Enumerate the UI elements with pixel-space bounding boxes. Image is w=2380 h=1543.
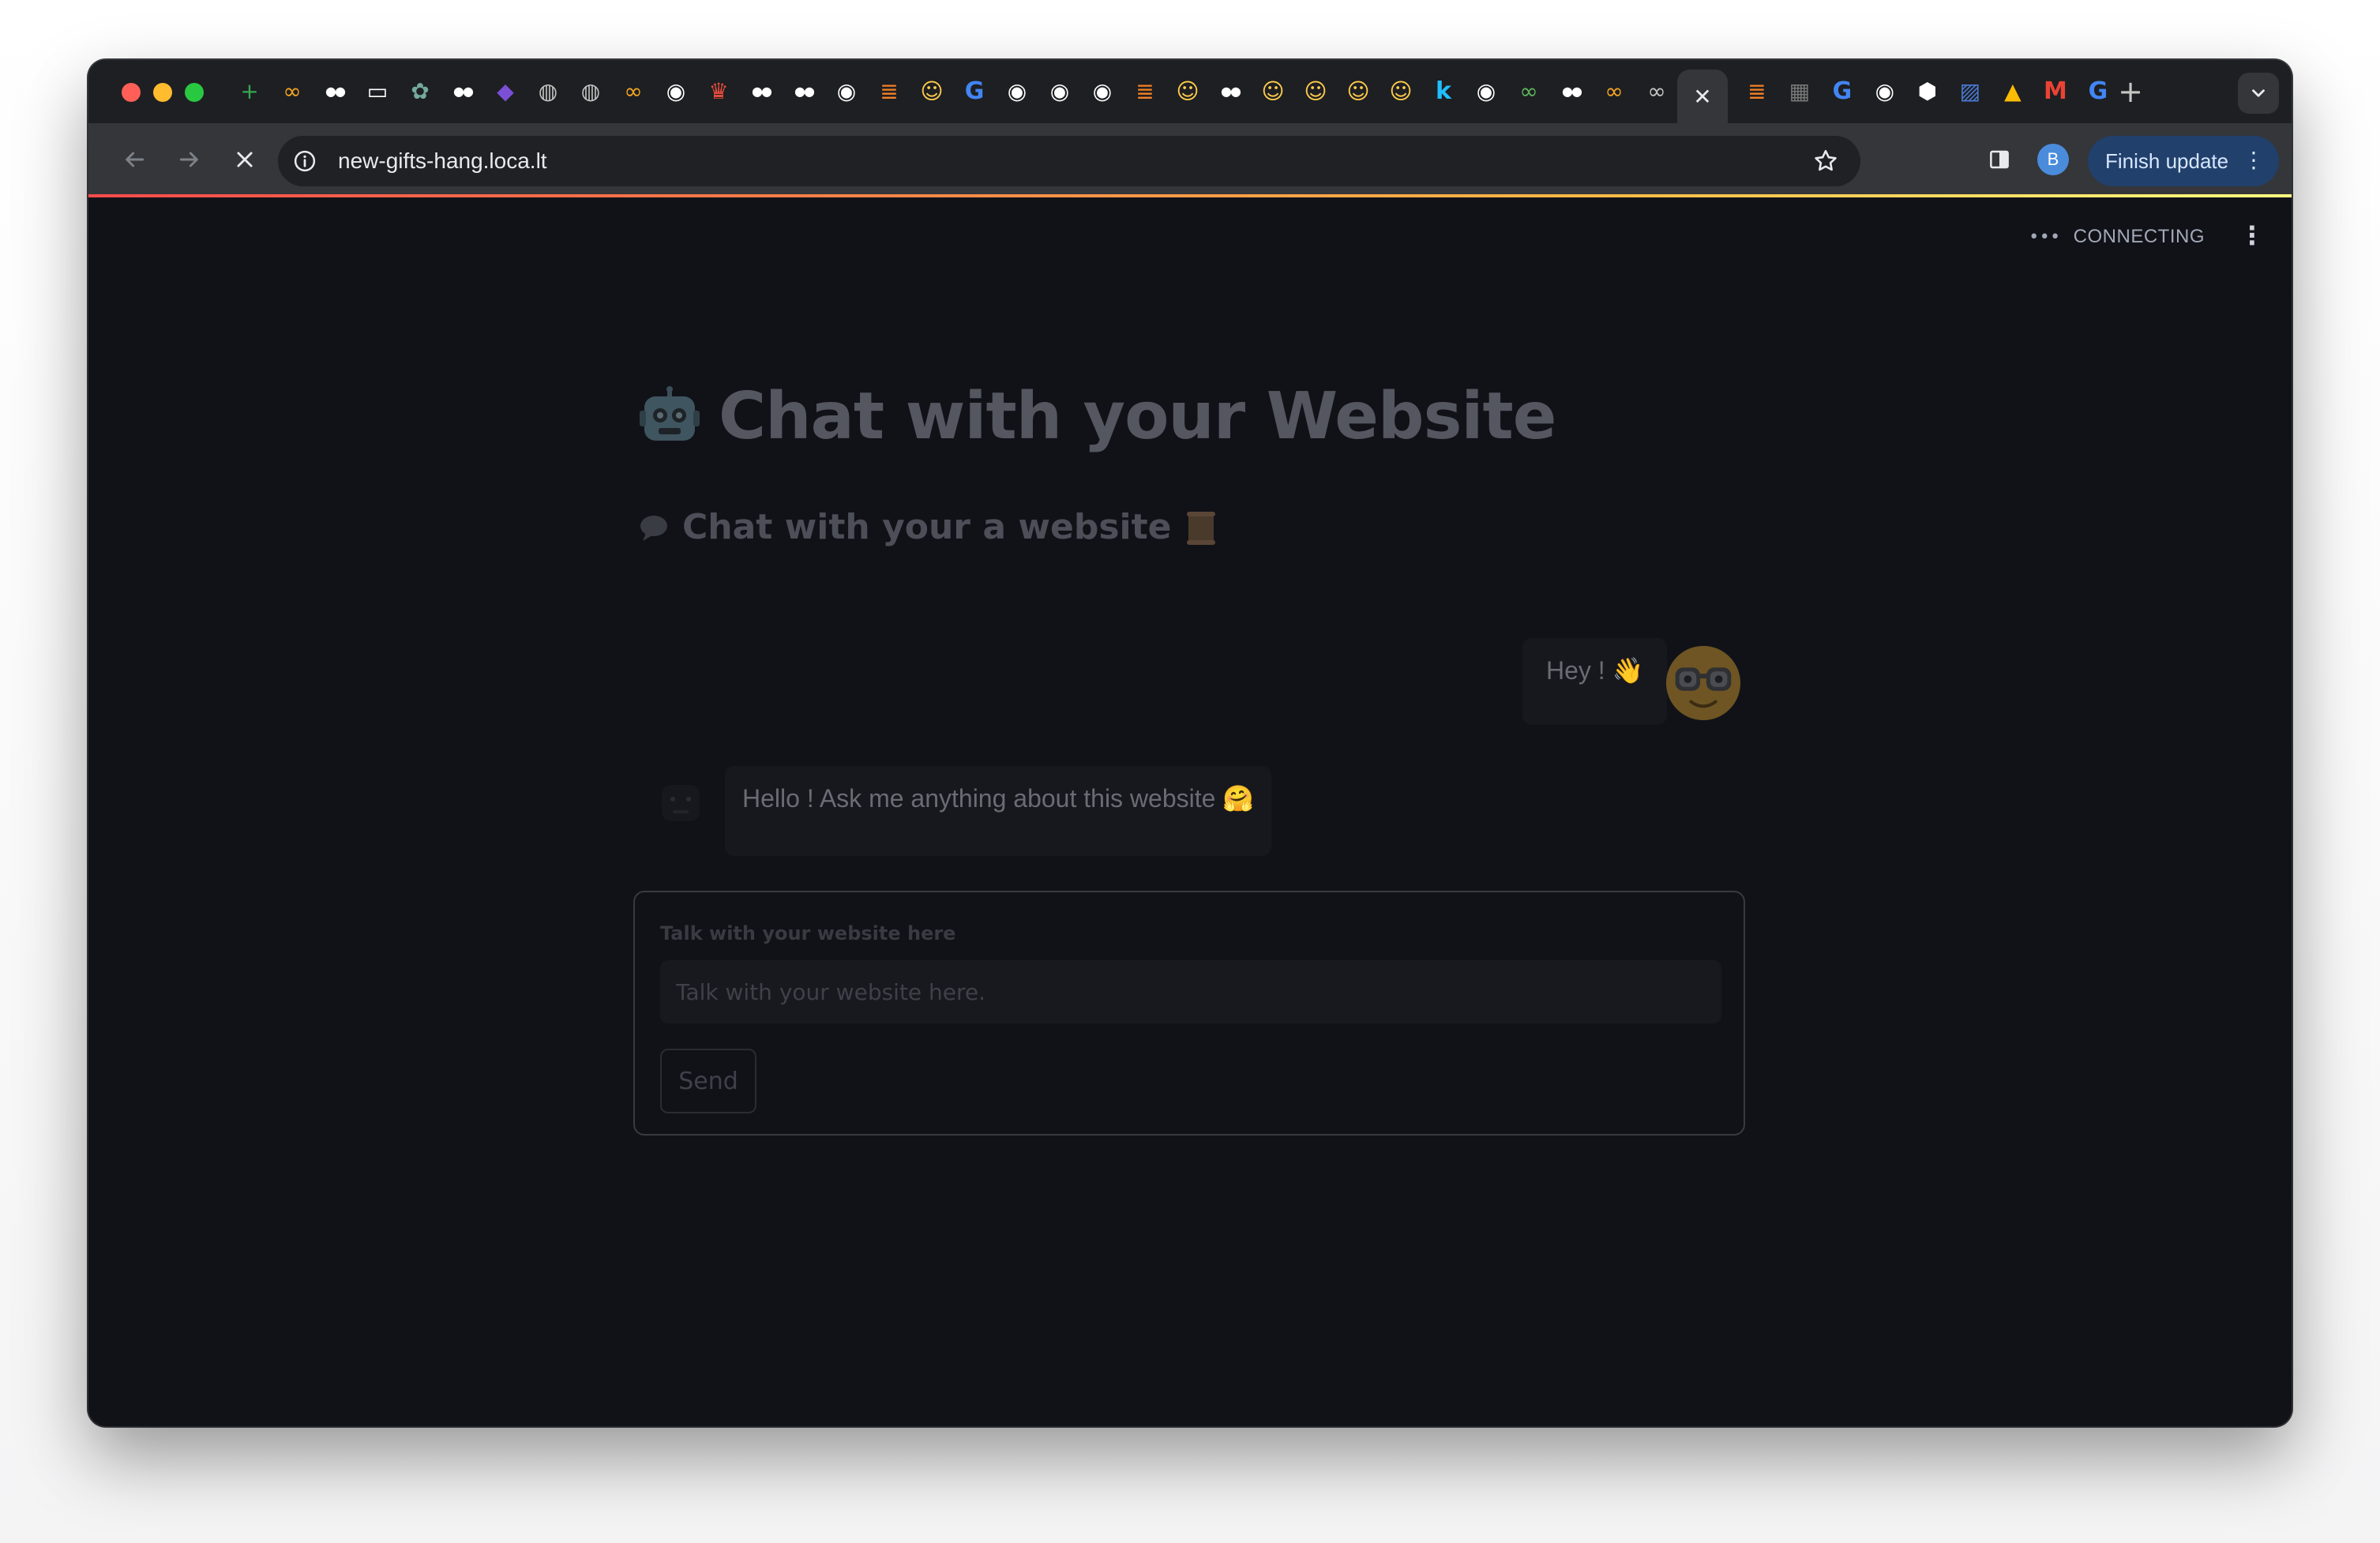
huggingface-icon[interactable]: ☺: [916, 76, 948, 107]
openai-icon[interactable]: ✿: [404, 76, 436, 107]
chevron-down-icon: [2252, 89, 2265, 97]
close-icon: [237, 152, 253, 167]
medium-icon[interactable]: ●●: [788, 76, 820, 107]
vr-icon[interactable]: ▭: [362, 76, 393, 107]
close-tab-icon[interactable]: ✕: [1677, 69, 1728, 123]
page-title-text: Chat with your Website: [719, 379, 1556, 454]
infinity-icon[interactable]: ∞: [618, 76, 649, 107]
infinity-icon[interactable]: ∞: [1641, 76, 1672, 107]
user-message-text: Hey ! 👋: [1546, 656, 1644, 685]
stop-loading-button[interactable]: [226, 141, 264, 178]
robot-avatar-icon: [662, 785, 700, 821]
medium-icon[interactable]: ●●: [1214, 76, 1246, 107]
tab-search-button[interactable]: [2238, 73, 2279, 114]
chat-input[interactable]: [660, 960, 1721, 1023]
close-window-button[interactable]: [122, 83, 141, 102]
page-title: Chat with your Website: [638, 379, 1556, 454]
medium-icon[interactable]: ●●: [745, 76, 777, 107]
finish-update-button[interactable]: Finish update ⋮: [2088, 136, 2279, 186]
google-icon[interactable]: G: [2082, 76, 2114, 107]
profile-avatar[interactable]: B: [2037, 144, 2069, 175]
speech-bubble-icon: [640, 515, 667, 541]
huggingface-icon[interactable]: ☺: [1300, 76, 1331, 107]
grid-icon[interactable]: ▦: [1784, 76, 1815, 107]
side-panel-icon[interactable]: [1984, 144, 2015, 175]
globe-icon[interactable]: ◍: [532, 76, 564, 107]
stackoverflow-icon[interactable]: ≣: [1741, 76, 1773, 107]
browser-window: + ∞ ●● ▭ ✿ ●● ◆ ◍ ◍ ∞ ◉ ♛ ●● ●● ◉ ≣ ☺ G ◉ ◉ ◉ ≣ ☺ ●● ☺ ☺ ☺ ☺ k ◉ ∞ ●● ∞ ∞…: [88, 60, 2292, 1426]
google-icon[interactable]: G: [959, 76, 990, 107]
slides-icon[interactable]: ▨: [1954, 76, 1986, 107]
connection-status-text: CONNECTING: [2073, 226, 2205, 247]
forward-button[interactable]: [171, 141, 208, 178]
browser-toolbar: new-gifts-hang.loca.lt B Finish update ⋮: [88, 123, 2292, 196]
chat-form: Talk with your website here Send: [633, 891, 1745, 1136]
huggingface-icon[interactable]: ☺: [1257, 76, 1289, 107]
scroll-icon: [1187, 511, 1216, 545]
assistant-message-text: Hello ! Ask me anything about this websi…: [742, 784, 1255, 813]
assistant-message-bubble: Hello ! Ask me anything about this websi…: [725, 766, 1272, 856]
huggingface-icon[interactable]: ☺: [1385, 76, 1417, 107]
page-subtitle: Chat with your a website: [638, 507, 1220, 547]
huggingface-icon[interactable]: ☺: [1172, 76, 1203, 107]
crown-icon[interactable]: ♛: [703, 76, 734, 107]
gmail-icon[interactable]: M: [2040, 76, 2071, 107]
ellipsis-icon: •••: [2029, 227, 2061, 247]
site-info-icon[interactable]: [289, 145, 321, 177]
main-menu-button[interactable]: ⋮: [2239, 220, 2265, 251]
github-icon[interactable]: ◉: [1470, 76, 1502, 107]
tab-strip: + ∞ ●● ▭ ✿ ●● ◆ ◍ ◍ ∞ ◉ ♛ ●● ●● ◉ ≣ ☺ G ◉ ◉ ◉ ≣ ☺ ●● ☺ ☺ ☺ ☺ k ◉ ∞ ●● ∞ ∞…: [88, 60, 2292, 123]
url-text[interactable]: new-gifts-hang.loca.lt: [338, 136, 547, 186]
finish-update-label: Finish update: [2105, 148, 2229, 173]
k-icon[interactable]: k: [1428, 76, 1459, 107]
bookmark-star-icon[interactable]: [1808, 144, 1843, 178]
medium-icon[interactable]: ●●: [319, 76, 351, 107]
sheets-icon[interactable]: +: [234, 76, 265, 107]
github-icon[interactable]: ◉: [660, 76, 692, 107]
cube-icon[interactable]: ◆: [490, 76, 521, 107]
more-vert-icon: ⋮: [2243, 147, 2265, 173]
robot-icon: [640, 385, 700, 441]
new-tab-button[interactable]: +: [2115, 74, 2146, 109]
link-icon[interactable]: ∞: [1513, 76, 1545, 107]
stackoverflow-icon[interactable]: ≣: [873, 76, 905, 107]
medium-icon[interactable]: ●●: [1556, 76, 1587, 107]
address-bar[interactable]: new-gifts-hang.loca.lt: [278, 136, 1860, 186]
infinity-icon[interactable]: ∞: [276, 76, 308, 107]
github-icon[interactable]: ◉: [1087, 76, 1118, 107]
page-subtitle-text: Chat with your a website: [682, 507, 1172, 547]
nerd-face-avatar-icon: [1665, 645, 1741, 721]
hexagon-icon[interactable]: ⬢: [1912, 76, 1943, 107]
infinity-icon[interactable]: ∞: [1598, 76, 1630, 107]
app-page: ••• CONNECTING ⋮ Chat with your Website: [88, 197, 2292, 1426]
github-icon[interactable]: ◉: [1044, 76, 1076, 107]
huggingface-icon[interactable]: ☺: [1342, 76, 1374, 107]
arrow-left-icon: [126, 152, 145, 167]
drive-icon[interactable]: ▲: [1997, 76, 2029, 107]
github-icon[interactable]: ◉: [1001, 76, 1033, 107]
globe-icon[interactable]: ◍: [575, 76, 606, 107]
medium-icon[interactable]: ●●: [447, 76, 479, 107]
send-button[interactable]: Send: [660, 1049, 756, 1113]
connection-status: ••• CONNECTING: [2029, 226, 2205, 248]
github-icon[interactable]: ◉: [831, 76, 862, 107]
arrow-right-icon: [179, 152, 198, 167]
google-icon[interactable]: G: [1826, 76, 1858, 107]
chat-input-label: Talk with your website here: [660, 922, 956, 944]
user-message-bubble: Hey ! 👋: [1522, 638, 1668, 725]
back-button[interactable]: [115, 141, 153, 178]
maximize-window-button[interactable]: [185, 83, 204, 102]
stackoverflow-icon[interactable]: ≣: [1129, 76, 1161, 107]
minimize-window-button[interactable]: [153, 83, 172, 102]
github-icon[interactable]: ◉: [1869, 76, 1901, 107]
